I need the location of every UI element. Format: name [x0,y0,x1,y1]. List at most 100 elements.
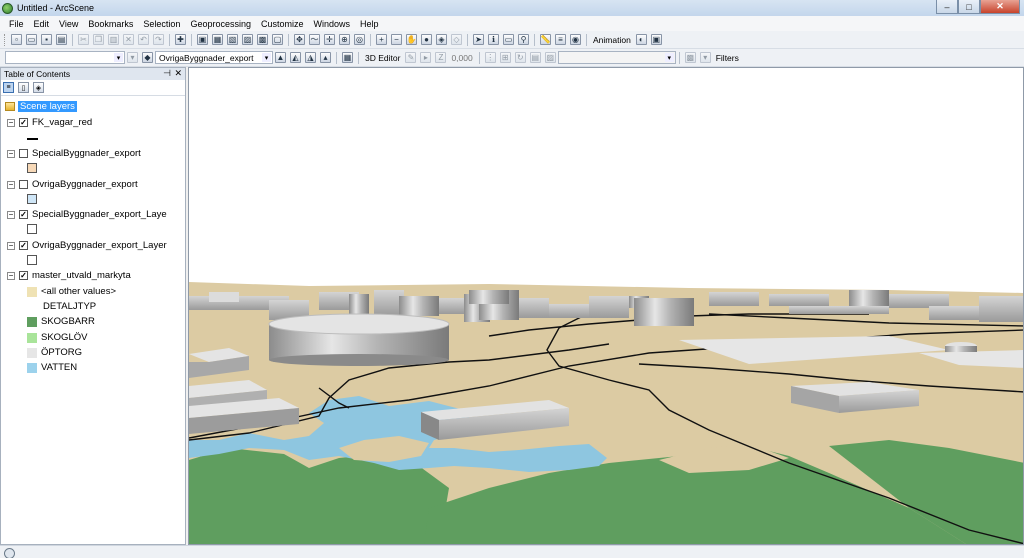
menu-windows[interactable]: Windows [309,19,356,29]
cut-icon[interactable]: ✂ [78,34,89,45]
layer-name[interactable]: OvrigaByggnader_export_Layer [32,240,167,251]
layer-name[interactable]: SpecialByggnader_export_Laye [32,209,167,220]
zoom-out-icon[interactable]: − [391,34,402,45]
3d-analyst-icon[interactable]: ▦ [342,52,353,63]
3d-editor-menu[interactable]: 3D Editor [365,53,400,63]
delete-icon[interactable]: ✕ [123,34,134,45]
undo-icon[interactable]: ↶ [138,34,149,45]
identify-icon[interactable]: ℹ [488,34,499,45]
menu-customize[interactable]: Customize [256,19,309,29]
legend-item[interactable]: VATTEN [27,362,77,373]
legend-item[interactable]: SKOGLÖV [27,332,87,343]
narrow-fov-icon[interactable]: ◈ [436,34,447,45]
rotate-icon[interactable]: ↻ [514,52,526,63]
layer-checkbox[interactable]: ✓ [19,118,28,127]
scene-layers-label[interactable]: Scene layers [18,101,77,112]
new-icon[interactable]: ▫ [11,34,22,45]
model-builder-icon[interactable]: ▢ [272,34,283,45]
scene-layers-node[interactable]: Scene layers [5,101,77,112]
toolbar-grip[interactable] [4,33,7,46]
symbology-icon[interactable]: ▩ [684,52,696,63]
layer-row[interactable]: − ✓ master_utvald_markyta [7,270,131,281]
layer-combo[interactable]: OvrigaByggnader_export ▾ [155,51,273,64]
layer-row[interactable]: − ✓ FK_vagar_red [7,117,92,128]
scene-properties-icon[interactable]: ▣ [197,34,208,45]
collapse-icon[interactable]: − [7,118,15,127]
capture-view-icon[interactable]: ◐ [635,34,647,45]
tin-icon[interactable]: ◮ [305,52,316,63]
set-observer-icon[interactable]: ◎ [354,34,365,45]
animation-manager-icon[interactable]: ▣ [650,34,662,45]
menu-geoprocessing[interactable]: Geoprocessing [185,19,256,29]
collapse-icon[interactable]: − [7,241,15,250]
pin-icon[interactable]: ⊣ [163,68,171,79]
full-extent-icon[interactable]: ● [421,34,432,45]
measure-icon[interactable]: 📏 [540,34,551,45]
maximize-button[interactable]: □ [958,0,980,14]
save-icon[interactable]: ▪ [41,34,52,45]
menu-help[interactable]: Help [355,19,384,29]
filter-options-icon[interactable]: ▾ [699,52,711,63]
layer-checkbox[interactable]: ✓ [19,210,28,219]
scene-viewport[interactable] [188,67,1024,545]
layer-row[interactable]: − OvrigaByggnader_export [7,179,138,190]
z-icon[interactable]: Z [435,52,447,63]
menu-view[interactable]: View [54,19,83,29]
empty-combo-left[interactable]: ▾ [5,51,125,64]
expand-fov-icon[interactable]: ◇ [451,34,462,45]
target-center-icon[interactable]: ✛ [324,34,335,45]
layer-name[interactable]: SpecialByggnader_export [32,148,141,159]
select-features-icon[interactable]: ➤ [473,34,484,45]
print-icon[interactable]: ▤ [56,34,67,45]
menu-file[interactable]: File [4,19,29,29]
list-by-source-icon[interactable]: ▯ [18,82,29,93]
layer-checkbox[interactable]: ✓ [19,241,28,250]
vertices-icon[interactable]: ⋮ [484,52,496,63]
attributes-icon[interactable]: ▤ [529,52,541,63]
edit-tool-icon[interactable]: ✎ [405,52,417,63]
arctoolbox-icon[interactable]: ▨ [242,34,253,45]
zoom-target-icon[interactable]: ⊕ [339,34,350,45]
collapse-icon[interactable]: − [7,180,15,189]
pan-icon[interactable]: ✋ [406,34,417,45]
scene-canvas[interactable] [189,68,1024,545]
extrude-icon[interactable]: ▲ [275,52,286,63]
python-icon[interactable]: ▩ [257,34,268,45]
layer-checkbox[interactable]: ✓ [19,271,28,280]
layer-row[interactable]: − SpecialByggnader_export [7,148,141,159]
filters-menu[interactable]: Filters [716,53,739,63]
collapse-icon[interactable]: − [7,271,15,280]
collapse-icon[interactable]: − [7,149,15,158]
play-icon[interactable]: ▸ [420,52,432,63]
copy-icon[interactable]: ❐ [93,34,104,45]
fly-icon[interactable]: 〜 [309,34,320,45]
collapse-icon[interactable]: − [7,210,15,219]
layer-checkbox[interactable] [19,149,28,158]
html-popup-icon[interactable]: ▭ [503,34,514,45]
catalog-icon[interactable]: ▧ [227,34,238,45]
navigate-icon[interactable]: ✥ [294,34,305,45]
toolbar-options-icon[interactable]: ▾ [127,52,138,63]
zoom-in-icon[interactable]: + [376,34,387,45]
close-icon[interactable]: ✕ [174,68,182,79]
list-by-drawing-order-icon[interactable]: ≡ [3,82,14,93]
paste-icon[interactable]: ▥ [108,34,119,45]
layer-name[interactable]: master_utvald_markyta [32,270,131,281]
layer-row[interactable]: − ✓ OvrigaByggnader_export_Layer [7,240,167,251]
sketch-icon[interactable]: ▨ [544,52,556,63]
layer-row[interactable]: − ✓ SpecialByggnader_export_Laye [7,209,167,220]
shade-icon[interactable]: ◭ [290,52,301,63]
layers-icon[interactable]: ≡ [555,34,566,45]
list-by-visibility-icon[interactable]: ◈ [33,82,44,93]
layer-checkbox[interactable] [19,180,28,189]
open-icon[interactable]: ▭ [26,34,37,45]
add-data-icon[interactable]: ✚ [175,34,186,45]
target-combo[interactable]: ▾ [557,51,676,64]
legend-item[interactable]: <all other values> [27,286,116,297]
menu-edit[interactable]: Edit [29,19,55,29]
legend-item[interactable]: SKOGBARR [27,316,95,327]
menu-selection[interactable]: Selection [138,19,185,29]
redo-icon[interactable]: ↷ [153,34,164,45]
menu-bookmarks[interactable]: Bookmarks [83,19,138,29]
full-view-icon[interactable]: ▦ [212,34,223,45]
